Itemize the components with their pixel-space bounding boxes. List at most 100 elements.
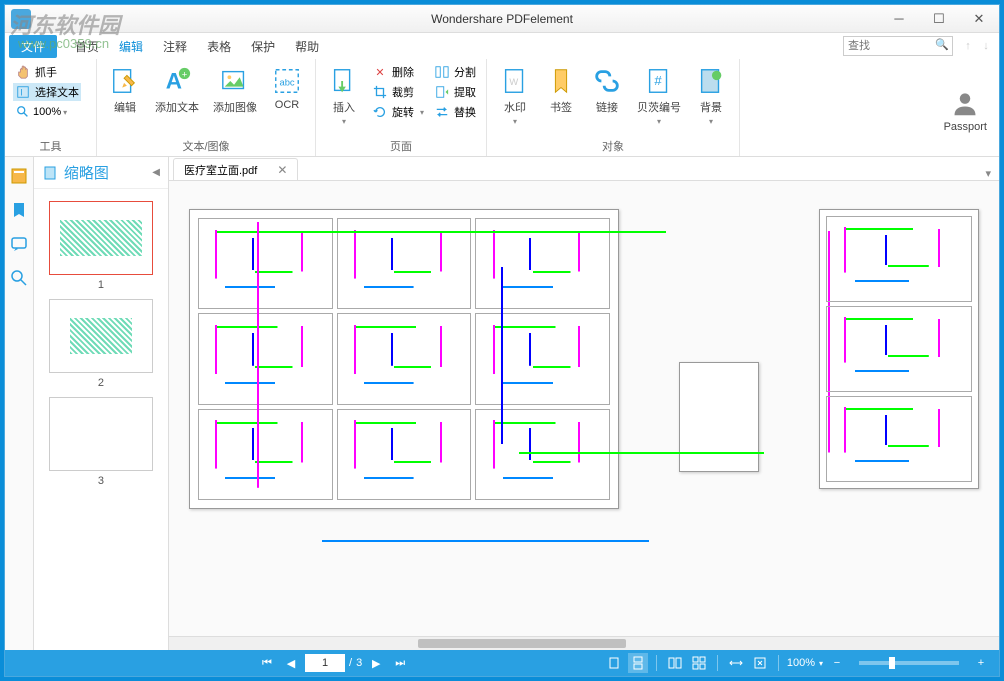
ocr-button[interactable]: abc OCR <box>267 63 307 113</box>
rotate-button[interactable]: 旋转▾ <box>370 103 426 121</box>
bookmarks-tab[interactable] <box>8 199 30 221</box>
bates-button[interactable]: # 贝茨编号▾ <box>633 63 685 128</box>
last-page-button[interactable]: ⏭ <box>390 653 410 673</box>
select-text-tool[interactable]: I 选择文本 <box>13 83 81 101</box>
crop-button[interactable]: 裁剪 <box>370 83 426 101</box>
continuous-view-icon[interactable] <box>628 653 648 673</box>
menu-comment[interactable]: 注释 <box>153 35 197 58</box>
page-group-label: 页面 <box>324 136 478 156</box>
tools-group-label: 工具 <box>13 136 88 156</box>
app-title: Wondershare PDFelement <box>431 12 573 26</box>
watermark-button[interactable]: W 水印▾ <box>495 63 535 128</box>
close-tab-icon[interactable]: ✕ <box>277 163 287 177</box>
first-page-button[interactable]: ⏮ <box>257 653 277 673</box>
thumbnail-title: 缩略图 <box>64 162 109 183</box>
menu-home[interactable]: 首页 <box>65 35 109 58</box>
sidebar <box>5 157 34 650</box>
menu-edit[interactable]: 编辑 <box>109 35 153 58</box>
maximize-button[interactable]: ☐ <box>919 6 959 32</box>
link-icon <box>591 65 623 97</box>
replace-icon <box>434 104 450 120</box>
select-text-label: 选择文本 <box>35 84 79 100</box>
thumbnails-tab[interactable] <box>8 165 30 187</box>
zoom-slider[interactable] <box>859 661 959 665</box>
page-number-input[interactable] <box>305 654 345 672</box>
add-text-label: 添加文本 <box>155 99 199 115</box>
rotate-icon <box>372 104 388 120</box>
extract-button[interactable]: 提取 <box>432 83 478 101</box>
search-tab[interactable] <box>8 267 30 289</box>
document-tab[interactable]: 医疗室立面.pdf ✕ <box>173 158 298 180</box>
add-text-button[interactable]: A+ 添加文本 <box>151 63 203 117</box>
titlebar: Wondershare PDFelement ─ ☐ ✕ <box>5 5 999 33</box>
next-page-button[interactable]: ▶ <box>366 653 386 673</box>
tab-menu-icon[interactable]: ▾ <box>985 167 991 180</box>
page-icon <box>42 165 58 181</box>
thumbnail-item[interactable]: 2 <box>49 299 153 389</box>
background-button[interactable]: 背景▾ <box>691 63 731 128</box>
text-cursor-icon: I <box>15 84 31 100</box>
zoom-in-button[interactable]: + <box>971 653 991 673</box>
watermark-icon: W <box>499 65 531 97</box>
split-button[interactable]: 分割 <box>432 63 478 81</box>
svg-text:W: W <box>509 77 518 87</box>
magnifier-icon <box>15 104 31 120</box>
thumbnail-item[interactable]: 3 <box>49 397 153 487</box>
user-icon <box>949 87 981 119</box>
menu-form[interactable]: 表格 <box>197 35 241 58</box>
split-icon <box>434 64 450 80</box>
horizontal-scrollbar[interactable] <box>169 636 999 650</box>
ocr-label: OCR <box>275 99 299 111</box>
svg-text:abc: abc <box>280 78 295 88</box>
grid-view-icon[interactable] <box>689 653 709 673</box>
app-icon <box>11 9 31 29</box>
svg-text:I: I <box>20 88 22 98</box>
replace-button[interactable]: 替换 <box>432 103 478 121</box>
fit-page-icon[interactable] <box>750 653 770 673</box>
file-menu[interactable]: 文件 <box>9 35 57 58</box>
close-button[interactable]: ✕ <box>959 6 999 32</box>
menu-help[interactable]: 帮助 <box>285 35 329 58</box>
page-2 <box>679 362 759 472</box>
bates-icon: # <box>643 65 675 97</box>
add-text-icon: A+ <box>161 65 193 97</box>
thumbnail-panel: 缩略图 ◀ 1 2 3 <box>34 157 169 650</box>
thumbnail-list: 1 2 3 <box>34 189 168 650</box>
two-page-view-icon[interactable] <box>665 653 685 673</box>
search-icon[interactable]: 🔍 <box>935 38 951 54</box>
nav-down-icon[interactable]: ↓ <box>977 40 995 52</box>
ribbon: 抓手 I 选择文本 100% ▾ 工具 <box>5 59 999 157</box>
edit-icon <box>109 65 141 97</box>
bookmark-button[interactable]: 书签 <box>541 63 581 117</box>
prev-page-button[interactable]: ◀ <box>281 653 301 673</box>
hand-tool[interactable]: 抓手 <box>13 63 81 81</box>
document-canvas[interactable] <box>169 181 999 636</box>
delete-icon: ✕ <box>372 64 388 80</box>
zoom-level: 100% <box>787 657 815 669</box>
edit-label: 编辑 <box>114 99 136 115</box>
thumbnail-item[interactable]: 1 <box>49 201 153 291</box>
svg-text:#: # <box>654 73 662 88</box>
single-page-view-icon[interactable] <box>604 653 624 673</box>
delete-button[interactable]: ✕删除 <box>370 63 426 81</box>
page-3 <box>819 209 979 489</box>
edit-button[interactable]: 编辑 <box>105 63 145 117</box>
collapse-button[interactable]: ◀ <box>152 167 160 178</box>
insert-label: 插入 <box>333 99 355 115</box>
document-tab-title: 医疗室立面.pdf <box>184 162 257 178</box>
fit-width-icon[interactable] <box>726 653 746 673</box>
nav-up-icon[interactable]: ↑ <box>959 40 977 52</box>
menu-protect[interactable]: 保护 <box>241 35 285 58</box>
minimize-button[interactable]: ─ <box>879 6 919 32</box>
passport-button[interactable]: Passport <box>940 85 991 135</box>
link-button[interactable]: 链接 <box>587 63 627 117</box>
insert-button[interactable]: 插入 ▾ <box>324 63 364 128</box>
add-image-label: 添加图像 <box>213 99 257 115</box>
bookmark-icon <box>545 65 577 97</box>
add-image-button[interactable]: 添加图像 <box>209 63 261 117</box>
zoom-combo[interactable]: 100% ▾ <box>13 103 81 121</box>
annotations-tab[interactable] <box>8 233 30 255</box>
zoom-out-button[interactable]: − <box>827 653 847 673</box>
statusbar: ⏮ ◀ / 3 ▶ ⏭ 100% ▾ − + <box>5 650 999 676</box>
extract-icon <box>434 84 450 100</box>
